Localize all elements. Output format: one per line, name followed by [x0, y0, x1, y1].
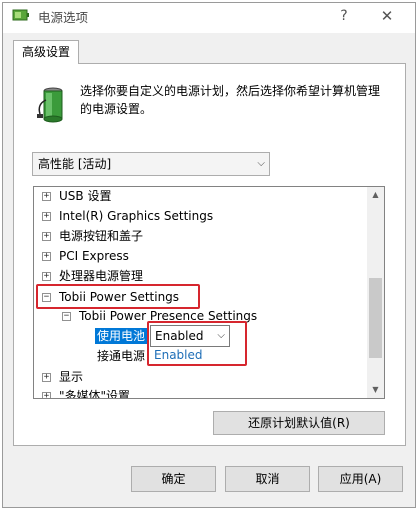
annotation-box-tobii	[36, 284, 200, 309]
power-plan-value: 高性能 [活动]	[38, 157, 112, 171]
expand-icon[interactable]: +	[42, 192, 51, 201]
window-title: 电源选项	[38, 10, 89, 25]
expand-icon[interactable]: +	[42, 272, 51, 281]
apply-button[interactable]: 应用(A)	[318, 466, 403, 492]
scroll-down-icon[interactable]: ▼	[367, 382, 384, 398]
close-button[interactable]: ✕	[374, 5, 400, 27]
battery-icon	[37, 87, 63, 123]
expand-icon[interactable]: +	[42, 252, 51, 261]
help-button[interactable]: ?	[332, 5, 356, 27]
chevron-down-icon: ⌵	[257, 158, 265, 169]
scroll-thumb[interactable]	[369, 278, 382, 358]
collapse-icon[interactable]: −	[62, 312, 71, 321]
annotation-box-enabled	[147, 321, 247, 366]
tree-item-plugged-in[interactable]: 接通电源	[97, 348, 145, 364]
tab-advanced-settings[interactable]: 高级设置	[13, 40, 79, 64]
description-text: 选择你要自定义的电源计划，然后选择你希望计算机管理的电源设置。	[80, 84, 381, 116]
power-plan-select[interactable]: 高性能 [活动] ⌵	[32, 152, 270, 176]
power-options-icon	[12, 9, 29, 21]
tree-item-label: "多媒体"设置	[59, 389, 131, 399]
expand-icon[interactable]: +	[42, 392, 51, 398]
restore-defaults-button[interactable]: 还原计划默认值(R)	[213, 411, 385, 435]
tree-item-label: 显示	[59, 370, 84, 384]
tree-item-label: 处理器电源管理	[59, 269, 144, 283]
cancel-button[interactable]: 取消	[225, 466, 310, 492]
tree-item-label: PCI Express	[59, 249, 129, 263]
expand-icon[interactable]: +	[42, 373, 51, 382]
expand-icon[interactable]: +	[42, 232, 51, 241]
tree-item-label: 电源按钮和盖子	[59, 229, 144, 243]
ok-button[interactable]: 确定	[131, 466, 216, 492]
tree-item-label: Intel(R) Graphics Settings	[59, 209, 214, 223]
tree-item-on-battery[interactable]: 使用电池	[95, 328, 148, 344]
tree-item-label: USB 设置	[59, 189, 112, 203]
expand-icon[interactable]: +	[42, 212, 51, 221]
scroll-up-icon[interactable]: ▲	[367, 187, 384, 203]
